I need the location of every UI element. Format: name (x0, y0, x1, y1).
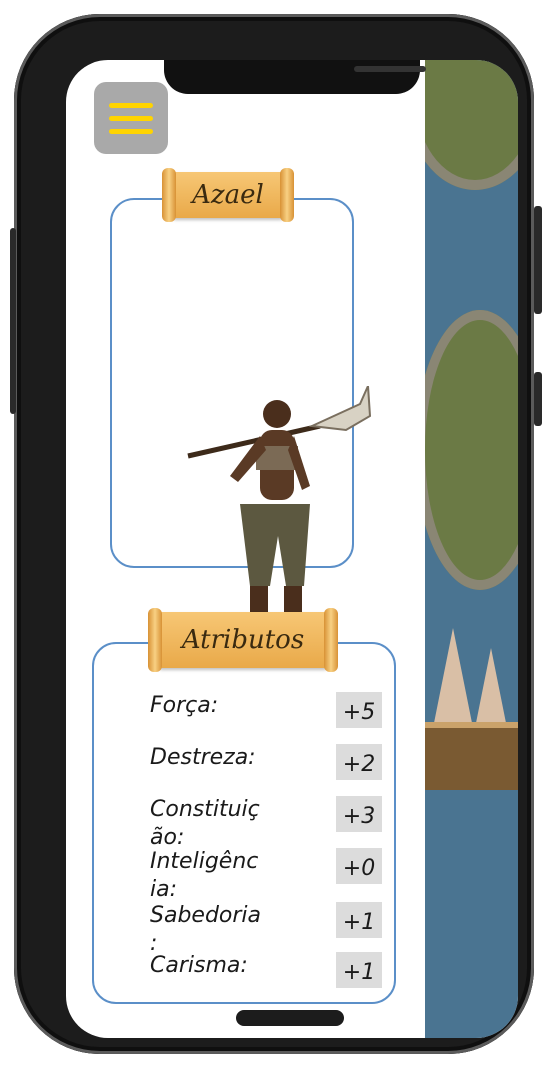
attributes-title-scroll: Atributos (148, 608, 338, 672)
character-name: Azael (192, 180, 264, 210)
ship-sail (433, 628, 473, 728)
attribute-value: +5 (336, 692, 382, 728)
power-button (534, 206, 542, 314)
hamburger-menu-icon (109, 128, 153, 134)
map-background (425, 60, 518, 1038)
volume-button (10, 228, 16, 414)
menu-button[interactable] (94, 82, 168, 154)
attribute-value: +3 (336, 796, 382, 832)
character-name-scroll: Azael (162, 168, 294, 222)
side-button (534, 372, 542, 426)
attribute-value: +0 (336, 848, 382, 884)
ship (425, 722, 518, 790)
phone-notch (164, 60, 426, 94)
attribute-value: +1 (336, 952, 382, 988)
attribute-label: Carisma: (150, 953, 248, 978)
attribute-value: +1 (336, 902, 382, 938)
hamburger-menu-icon (109, 102, 153, 108)
attributes-card: Força: +5 Destreza: +2 Constituição: +3 … (92, 642, 396, 1004)
phone-frame: Azael Força: +5 Destreza: +2 Constituiçã… (10, 14, 542, 1054)
attribute-label: Destreza: (150, 745, 256, 770)
island (425, 310, 518, 590)
attribute-label: Força: (150, 693, 219, 718)
speaker (354, 66, 426, 72)
attributes-title: Atributos (181, 625, 305, 655)
hamburger-menu-icon (109, 115, 153, 121)
screen: Azael Força: +5 Destreza: +2 Constituiçã… (66, 60, 518, 1038)
character-card (110, 198, 372, 666)
attribute-value: +2 (336, 744, 382, 780)
attribute-label: Sabedoria: (150, 903, 262, 956)
attribute-label: Constituição: (150, 797, 260, 850)
home-indicator[interactable] (236, 1010, 344, 1026)
island (425, 60, 518, 190)
attribute-label: Inteligência: (150, 849, 259, 902)
